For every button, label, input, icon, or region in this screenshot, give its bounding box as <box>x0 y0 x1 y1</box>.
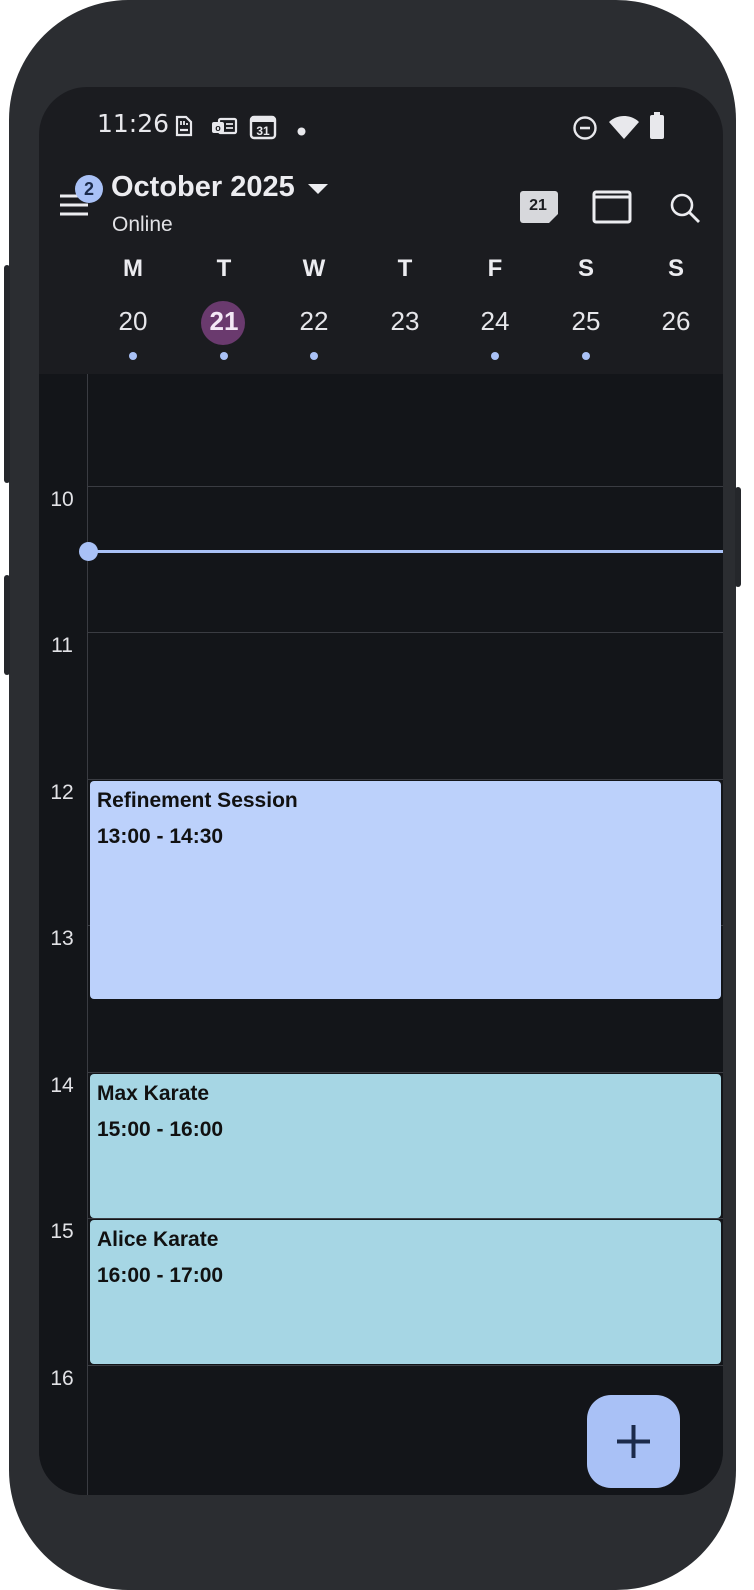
phone-screen: 11:26 o 31 2 October 2025 Online 21 M 20… <box>39 87 723 1495</box>
weekday-letter: M <box>123 255 143 282</box>
left-side-button-lower <box>4 575 10 675</box>
hour-line <box>88 779 723 780</box>
hour-label: 14 <box>50 1074 74 1097</box>
weekday-number: 25 <box>571 306 601 336</box>
hour-label: 16 <box>50 1367 74 1390</box>
hour-label: 10 <box>50 488 74 511</box>
plus-icon <box>617 1425 650 1458</box>
week-day-wed[interactable]: W 22 <box>274 87 354 367</box>
week-day-fri[interactable]: F 24 <box>455 87 535 367</box>
weekday-letter: S <box>667 255 684 282</box>
left-side-button <box>4 265 10 483</box>
hour-label: 12 <box>50 781 74 804</box>
event-card[interactable]: Alice Karate 16:00 - 17:00 <box>90 1220 721 1364</box>
right-side-button <box>735 487 741 587</box>
weekday-number: 22 <box>299 306 329 336</box>
week-day-sat[interactable]: S 25 <box>546 87 626 367</box>
event-title: Alice Karate <box>97 1228 219 1251</box>
event-indicator-dot <box>310 352 318 360</box>
add-event-button[interactable] <box>587 1395 680 1488</box>
weekday-letter: W <box>302 255 326 282</box>
event-title: Refinement Session <box>97 789 298 812</box>
event-time: 13:00 - 14:30 <box>97 825 224 848</box>
event-title: Max Karate <box>97 1082 210 1105</box>
event-indicator-dot <box>129 352 137 360</box>
event-card[interactable]: Max Karate 15:00 - 16:00 <box>90 1074 721 1218</box>
weekday-number: 23 <box>390 306 420 336</box>
current-time-line <box>89 550 723 553</box>
event-indicator-dot <box>220 352 228 360</box>
weekday-letter: T <box>216 255 232 282</box>
weekday-number: 24 <box>480 306 510 336</box>
week-day-mon[interactable]: M 20 <box>93 87 173 367</box>
weekday-letter: F <box>487 255 503 282</box>
hour-line <box>88 1365 723 1366</box>
weekday-letter: S <box>577 255 594 282</box>
week-day-tue[interactable]: T 21 <box>184 87 264 367</box>
hour-line <box>88 486 723 487</box>
day-schedule-grid[interactable]: 10 11 12 13 14 15 16 17 Refinement Sessi… <box>39 374 723 1495</box>
event-indicator-dot <box>582 352 590 360</box>
event-time: 15:00 - 16:00 <box>97 1118 224 1141</box>
hour-line <box>88 1218 723 1219</box>
hour-line <box>88 632 723 633</box>
hour-line <box>88 1072 723 1073</box>
hour-label: 13 <box>50 927 74 950</box>
event-time: 16:00 - 17:00 <box>97 1264 224 1287</box>
event-card[interactable]: Refinement Session 13:00 - 14:30 <box>90 781 721 999</box>
week-day-sun[interactable]: S 26 <box>636 87 716 367</box>
event-indicator-dot <box>491 352 499 360</box>
weekday-number: 26 <box>661 306 691 336</box>
hour-label: 15 <box>50 1220 74 1243</box>
week-day-thu[interactable]: T 23 <box>365 87 445 367</box>
current-time-dot <box>79 542 98 561</box>
weekday-number: 20 <box>118 306 148 336</box>
hour-label: 11 <box>51 634 73 657</box>
weekday-letter: T <box>397 255 413 282</box>
device-frame: 11:26 o 31 2 October 2025 Online 21 M 20… <box>4 0 741 1590</box>
weekday-number-today: 21 <box>209 306 239 336</box>
